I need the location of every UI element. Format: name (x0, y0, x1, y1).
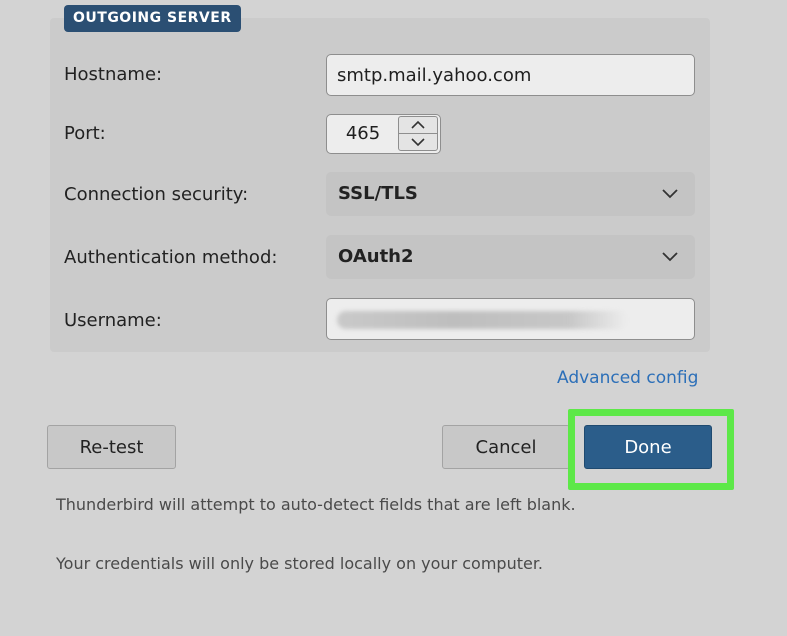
username-redacted-blur (337, 311, 627, 329)
advanced-config-link[interactable]: Advanced config (557, 367, 698, 389)
auto-detect-info-text: Thunderbird will attempt to auto-detect … (56, 495, 576, 514)
hostname-label: Hostname: (64, 64, 163, 85)
credentials-info-text: Your credentials will only be stored loc… (56, 554, 544, 573)
chevron-down-icon (662, 189, 678, 199)
chevron-down-icon (411, 138, 425, 147)
port-value[interactable]: 465 (327, 115, 399, 152)
connection-security-value: SSL/TLS (338, 183, 418, 204)
port-increment-button[interactable] (399, 117, 437, 134)
port-stepper[interactable]: 465 (326, 114, 441, 154)
cancel-button[interactable]: Cancel (442, 425, 570, 469)
section-badge-outgoing-server: OUTGOING SERVER (64, 5, 241, 32)
username-label: Username: (64, 310, 162, 331)
hostname-input[interactable] (326, 54, 695, 96)
retest-button[interactable]: Re-test (47, 425, 176, 469)
chevron-down-icon (662, 252, 678, 262)
chevron-up-icon (411, 120, 425, 129)
authentication-method-value: OAuth2 (338, 246, 414, 267)
done-button[interactable]: Done (584, 425, 712, 469)
port-label: Port: (64, 123, 106, 144)
connection-security-label: Connection security: (64, 184, 249, 205)
authentication-method-select[interactable]: OAuth2 (326, 235, 695, 279)
authentication-method-label: Authentication method: (64, 247, 278, 268)
connection-security-select[interactable]: SSL/TLS (326, 172, 695, 216)
port-decrement-button[interactable] (399, 134, 437, 150)
port-stepper-buttons (398, 116, 438, 151)
